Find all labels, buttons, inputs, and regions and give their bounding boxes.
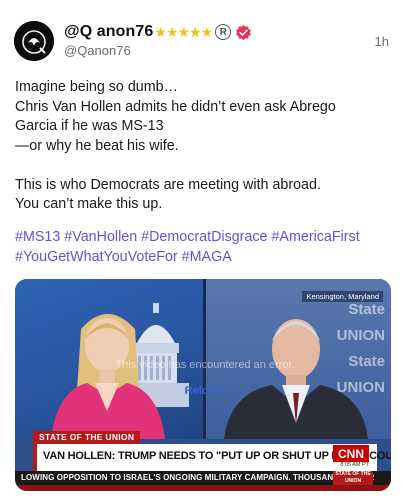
video-error-message: This video has encountered an error.	[115, 359, 295, 371]
q-logo-avatar-icon[interactable]	[14, 21, 54, 61]
post-text-line: Chris Van Hollen admits he didn’t even a…	[15, 98, 336, 115]
stars-icon: ★★★★★	[154, 23, 213, 40]
hashtag-row: #MS13 #VanHollen #DemocratDisgrace #Amer…	[15, 228, 395, 248]
watermark-text: UNION	[336, 379, 385, 396]
ticker-brand-label: STATE OF THE UNION	[333, 471, 373, 485]
watermark-text: UNION	[336, 327, 385, 344]
bottom-strip	[15, 485, 391, 491]
svg-text:CNN: CNN	[338, 447, 364, 461]
cnn-logo-icon: CNN	[333, 445, 369, 462]
post-text-line: This is who Democrats are meeting with a…	[15, 176, 321, 193]
video-frame: State UNION State UNION Kensington, Mary…	[15, 279, 391, 491]
chyron-headline-bar: VAN HOLLEN: TRUMP NEEDS TO "PUT UP OR SH…	[33, 444, 391, 471]
broadcast-time: 8:05 AM PT	[340, 462, 369, 468]
author-handle[interactable]: @Qanon76	[64, 43, 131, 58]
ticker-text: LOWING OPPOSITION TO ISRAEL'S ONGOING MI…	[21, 473, 375, 482]
hashtag-row: #YouGetWhatYouVoteFor #MAGA	[15, 248, 395, 268]
reload-button[interactable]: Reload	[173, 385, 233, 397]
post-text-line: Imagine being so dumb…	[15, 79, 178, 95]
hashtag-list: #MS13 #VanHollen #DemocratDisgrace #Amer…	[15, 228, 395, 267]
post-text-line: Garcia if he was MS-13	[15, 118, 164, 134]
hashtag-link[interactable]: #DemocratDisgrace	[141, 229, 267, 245]
post-body: Imagine being so dumb… Chris Van Hollen …	[15, 78, 395, 215]
hashtag-link[interactable]: #VanHollen	[64, 229, 137, 245]
post-text-line: —or why he beat his wife.	[15, 137, 179, 154]
post-timestamp[interactable]: 1h	[375, 34, 389, 49]
hashtag-link[interactable]: #YouGetWhatYouVoteFor	[15, 249, 178, 265]
news-ticker: LOWING OPPOSITION TO ISRAEL'S ONGOING MI…	[15, 471, 391, 485]
author-name-row: @Q anon76 ★★★★★ R	[64, 22, 252, 42]
state-of-union-watermark: State UNION State UNION	[305, 297, 391, 407]
author-display-name[interactable]: @Q anon76	[64, 23, 153, 41]
hashtag-link[interactable]: #AmericaFirst	[271, 229, 359, 245]
hashtag-link[interactable]: #MAGA	[182, 249, 232, 265]
post-text-line: You can’t make this up.	[15, 196, 163, 212]
location-label: Kensington, Maryland	[302, 291, 383, 302]
social-post: @Q anon76 ★★★★★ R @Qanon76 1h Imagine be…	[0, 0, 405, 500]
show-name-tag: STATE OF THE UNION	[33, 431, 141, 444]
hashtag-link[interactable]: #MS13	[15, 229, 60, 245]
video-player[interactable]: State UNION State UNION Kensington, Mary…	[15, 279, 391, 491]
registered-mark-icon: R	[215, 24, 232, 40]
verified-badge-icon	[235, 24, 252, 41]
